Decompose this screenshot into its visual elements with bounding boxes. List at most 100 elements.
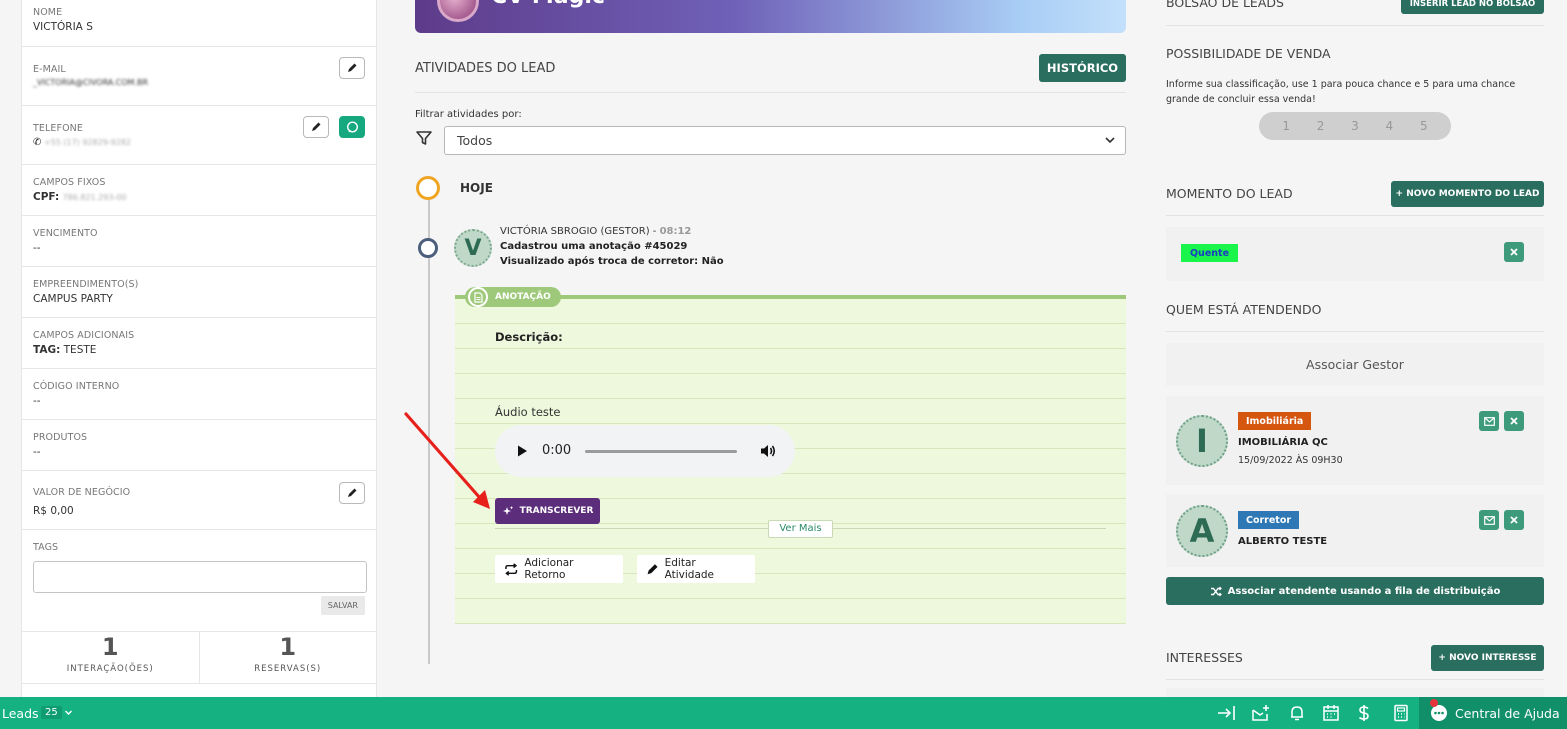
dollar-icon[interactable] [1357, 704, 1371, 722]
mail-plus-icon[interactable] [1251, 704, 1271, 722]
cv-magic-banner[interactable]: CV Magic [415, 0, 1126, 33]
field-value: _VICTORIA@CIVORA.COM.BR [33, 78, 149, 87]
activity-author: VICTÓRIA SBROGIO (GESTOR) - 08:12 [500, 226, 691, 237]
edit-phone-button[interactable] [303, 116, 329, 138]
fila-label: Associar atendente usando a fila de dist… [1227, 585, 1501, 597]
central-ajuda-button[interactable]: Central de Ajuda [1419, 697, 1567, 729]
divider [1166, 331, 1544, 332]
transcribe-label: TRANSCREVER [519, 506, 594, 516]
whatsapp-button[interactable] [339, 116, 365, 138]
calendar-icon[interactable] [1322, 704, 1340, 722]
field-email: E-MAIL _VICTORIA@CIVORA.COM.BR [22, 47, 376, 106]
tags-input[interactable] [33, 561, 367, 593]
activity-filter-select[interactable]: Todos [444, 126, 1126, 155]
email-atendente-button[interactable] [1479, 411, 1499, 431]
divider [1166, 25, 1544, 26]
pencil-icon [647, 563, 658, 574]
momento-title: MOMENTO DO LEAD [1166, 186, 1293, 201]
novo-momento-button[interactable]: + NOVO MOMENTO DO LEAD [1391, 181, 1544, 207]
activity-time: 08:12 [659, 226, 692, 237]
volume-icon[interactable] [759, 442, 777, 460]
atendente-name: IMOBILIÁRIA QC [1238, 437, 1328, 448]
bolsao-title: BOLSÃO DE LEADS [1166, 0, 1284, 10]
envelope-icon [1483, 515, 1495, 525]
field-empreendimento: EMPREENDIMENTO(S) CAMPUS PARTY [22, 267, 376, 318]
quem-atendendo-title: QUEM ESTÁ ATENDENDO [1166, 302, 1322, 317]
novo-interesse-button[interactable]: + NOVO INTERESSE [1431, 645, 1544, 671]
interesse-card [1166, 688, 1544, 697]
field-label: E-MAIL [33, 64, 66, 75]
edit-activity-button[interactable]: Editar Atividade [637, 555, 755, 583]
field-nome: NOME VICTÓRIA S [22, 0, 376, 47]
avatar: A [1176, 505, 1228, 557]
edit-valor-button[interactable] [339, 482, 365, 504]
field-value: 786.821.293-00 [62, 193, 127, 202]
annotation-arrow [404, 412, 490, 509]
leads-count-badge: 25 [41, 706, 62, 719]
edit-email-button[interactable] [339, 57, 365, 79]
sale-rating[interactable]: 1 2 3 4 5 [1259, 112, 1451, 140]
audio-player[interactable]: 0:00 [495, 425, 795, 477]
leads-tab[interactable]: Leads [2, 706, 39, 721]
filter-label: Filtrar atividades por: [415, 109, 522, 120]
stat-interacoes: 1 INTERAÇÃO(ÕES) [22, 632, 199, 683]
field-campos-adicionais: CAMPOS ADICIONAIS TAG: TESTE [22, 318, 376, 369]
divider [1166, 679, 1544, 680]
rating-3[interactable]: 3 [1351, 119, 1359, 133]
audio-progress-bar[interactable] [585, 450, 737, 453]
author-name: VICTÓRIA SBROGIO (GESTOR) - [500, 226, 660, 237]
chevron-down-icon[interactable] [64, 708, 73, 717]
remove-momento-button[interactable] [1504, 242, 1524, 262]
pencil-icon [348, 63, 357, 72]
close-icon [1510, 248, 1518, 256]
rating-5[interactable]: 5 [1420, 119, 1428, 133]
avatar: V [454, 229, 492, 267]
fila-distribuicao-button[interactable]: Associar atendente usando a fila de dist… [1166, 577, 1544, 605]
field-codigo-interno: CÓDIGO INTERNO -- [22, 369, 376, 420]
bell-icon[interactable] [1288, 704, 1306, 722]
field-label: VALOR DE NEGÓCIO [33, 487, 131, 498]
possibilidade-info: Informe sua classificação, use 1 para po… [1166, 79, 1516, 105]
rating-4[interactable]: 4 [1386, 119, 1394, 133]
chat-icon [346, 120, 358, 133]
stat-number: 1 [101, 633, 119, 661]
activity-description: Cadastrou uma anotação #45029 [500, 241, 688, 252]
rating-2[interactable]: 2 [1317, 119, 1325, 133]
activity-visibility: Visualizado após troca de corretor: Não [500, 256, 724, 267]
play-icon[interactable] [515, 444, 529, 458]
inserir-bolsao-button[interactable]: INSERIR LEAD NO BOLSÃO [1401, 0, 1544, 14]
momento-badge: Quente [1181, 244, 1238, 262]
sign-in-icon[interactable] [1217, 704, 1237, 722]
field-produtos: PRODUTOS -- [22, 420, 376, 471]
save-tags-button[interactable]: SALVAR [320, 596, 365, 615]
calculator-icon[interactable] [1393, 704, 1409, 722]
cv-magic-logo [437, 0, 479, 22]
timeline-activity-marker [418, 238, 438, 258]
field-label: EMPREENDIMENTO(S) [33, 279, 139, 290]
remove-atendente-button[interactable] [1504, 411, 1524, 431]
field-label: CÓDIGO INTERNO [33, 381, 120, 392]
ver-mais-button[interactable]: Ver Mais [768, 520, 833, 538]
associar-gestor-button[interactable]: Associar Gestor [1166, 343, 1544, 386]
pencil-icon [312, 122, 321, 131]
field-value: +55 (17) 92829-9282 [43, 138, 132, 147]
field-telefone: TELEFONE ✆ +55 (17) 92829-9282 [22, 106, 376, 165]
atendente-name: ALBERTO TESTE [1238, 536, 1328, 547]
historico-button[interactable]: HISTÓRICO [1039, 54, 1126, 82]
field-label: CAMPOS ADICIONAIS [33, 330, 135, 341]
email-atendente-button[interactable] [1479, 510, 1499, 530]
add-retorno-button[interactable]: Adicionar Retorno [495, 555, 623, 583]
remove-atendente-button[interactable] [1504, 510, 1524, 530]
banner-brand-text: CV Magic [491, 0, 605, 9]
stat-number: 1 [279, 633, 297, 661]
envelope-icon [1483, 416, 1495, 426]
note-description-label: Descrição: [495, 330, 563, 344]
rating-1[interactable]: 1 [1282, 119, 1290, 133]
field-key: TAG: [33, 344, 61, 356]
stat-label: RESERVAS(S) [254, 664, 322, 674]
add-retorno-label: Adicionar Retorno [524, 557, 574, 581]
field-value: TESTE [63, 344, 97, 356]
field-label: TAGS [33, 542, 59, 553]
transcribe-button[interactable]: TRANSCREVER [495, 498, 600, 524]
timeline-today-marker [416, 176, 440, 200]
